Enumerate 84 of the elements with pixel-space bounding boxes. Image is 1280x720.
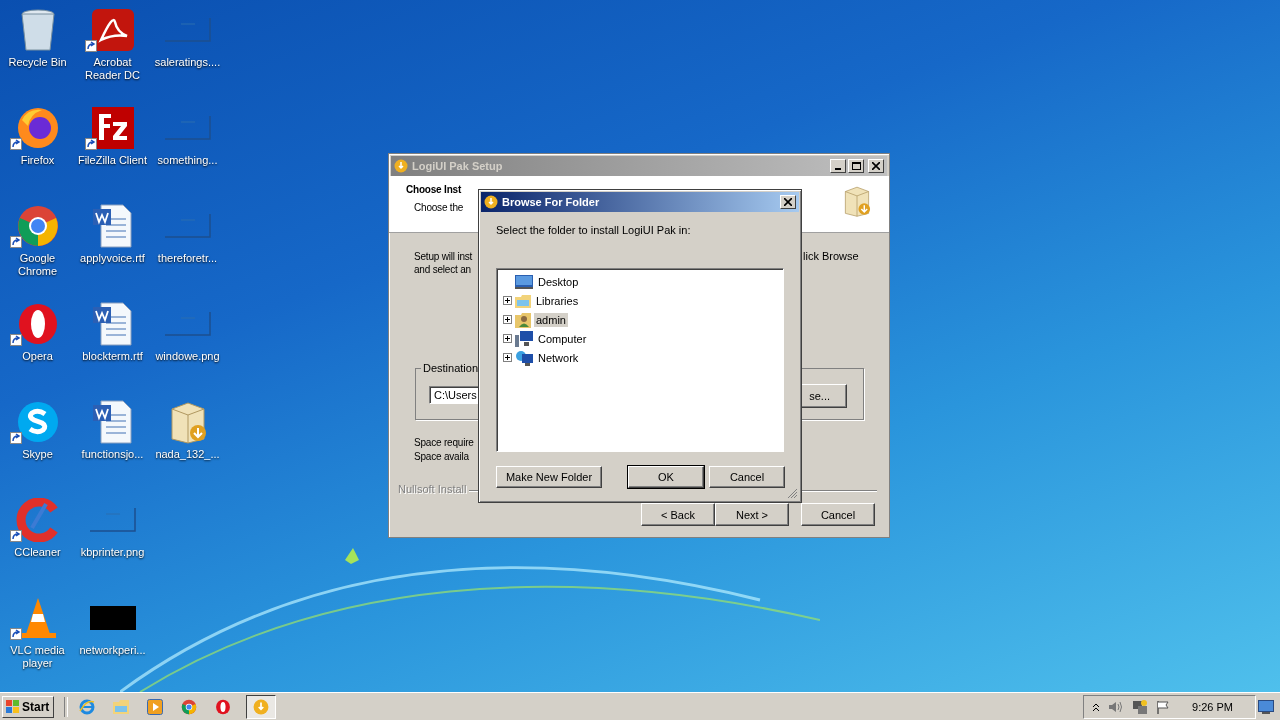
chrome-ball-icon[interactable] [181, 698, 198, 715]
word-document-icon[interactable] [90, 399, 135, 445]
space-text: Space require [414, 437, 474, 448]
media-player-icon[interactable] [147, 698, 164, 715]
blank-thumbnail[interactable] [164, 312, 211, 336]
opera-o-icon[interactable] [215, 698, 232, 715]
word-document-icon[interactable] [90, 301, 135, 347]
maximize-icon [851, 162, 861, 170]
installer-badge-icon [484, 195, 498, 209]
dialog-button[interactable]: Cancel [709, 466, 785, 488]
page-heading: Choose Inst [406, 184, 462, 195]
clock[interactable]: 9:26 PM [1192, 700, 1233, 713]
acrobat-icon[interactable] [90, 8, 135, 52]
blank-thumbnail[interactable] [89, 508, 136, 532]
folder-tree-item[interactable]: admin [534, 312, 568, 327]
speaker-icon[interactable] [1108, 699, 1125, 714]
expander-icon[interactable] [503, 353, 512, 362]
close-icon [784, 198, 792, 206]
folder-tree-item[interactable]: Computer [536, 331, 589, 346]
dialog-prompt: Select the folder to install LogiUI Pak in: [496, 224, 691, 236]
instruction-text: Setup will inst [414, 250, 473, 263]
network-icon [515, 349, 533, 366]
wizard-button[interactable]: Cancel [801, 503, 875, 526]
desktop-icon-label[interactable]: saleratings.... [150, 56, 225, 69]
desktop-icon-label[interactable]: nada_132_... [150, 448, 225, 461]
blank-thumbnail[interactable] [164, 18, 211, 42]
blank-thumbnail[interactable] [164, 214, 211, 238]
desktop-icon-label[interactable]: networkperi... [75, 644, 150, 657]
desktop-icon-label[interactable]: Google Chrome [0, 252, 75, 278]
desktop-icon-label[interactable]: something... [150, 154, 225, 167]
network-status-icon[interactable] [1132, 698, 1149, 715]
desktop-icon-label[interactable]: Acrobat Reader DC [75, 56, 150, 82]
resize-grip-icon[interactable] [787, 488, 798, 499]
desktop-icon-label[interactable]: kbprinter.png [75, 546, 150, 559]
space-text: Space availa [414, 451, 470, 462]
desktop-icon-label[interactable]: applyvoice.rtf [75, 252, 150, 265]
chrome-ball-icon[interactable] [15, 204, 60, 248]
image-thumbnail[interactable] [89, 606, 136, 630]
windows-logo-icon [6, 700, 20, 713]
expander-icon[interactable] [503, 296, 512, 305]
dialog-title: Browse For Folder [502, 196, 601, 208]
desktop-icon-label[interactable]: CCleaner [0, 546, 75, 559]
flag-icon[interactable] [1156, 699, 1171, 714]
desktop-icon-label[interactable]: thereforetr... [150, 252, 225, 265]
instruction-text: lick Browse [803, 250, 859, 262]
folder-tree-item[interactable]: Network [536, 350, 581, 365]
skype-icon[interactable] [15, 400, 60, 444]
folder-icon [515, 293, 531, 308]
fox-globe-icon[interactable] [15, 106, 60, 150]
start-button[interactable]: Start [2, 695, 55, 718]
word-document-icon[interactable] [90, 203, 135, 249]
desktop-icon-label[interactable]: functionsjo... [75, 448, 150, 461]
close-button[interactable] [780, 195, 796, 209]
monitor-icon [515, 274, 533, 289]
branding-text: Nullsoft Install [398, 483, 467, 495]
show-desktop-icon[interactable] [1258, 699, 1274, 714]
desktop-icon-label[interactable]: Skype [0, 448, 75, 461]
ccleaner-icon[interactable] [15, 498, 60, 542]
folder-tree-item[interactable]: Libraries [534, 293, 581, 308]
blank-thumbnail[interactable] [164, 116, 211, 140]
wizard-button[interactable]: < Back [641, 503, 715, 526]
desktop-icon-label[interactable]: FileZilla Client [75, 154, 150, 167]
expander-icon[interactable] [503, 334, 512, 343]
group-label: Destination [421, 362, 481, 374]
user-folder-icon [515, 311, 531, 328]
computer-icon [515, 330, 533, 347]
folder-tree-item[interactable]: Desktop [536, 274, 581, 289]
filezilla-icon[interactable] [90, 106, 135, 150]
desktop-icon-label[interactable]: VLC media player [0, 644, 75, 670]
expander-icon[interactable] [503, 315, 512, 324]
show-hidden-icon[interactable] [1092, 701, 1101, 712]
instruction-text: and select an [414, 263, 472, 276]
desktop-icon-label[interactable]: windowe.png [150, 350, 225, 363]
window-title: LogiUI Pak Setup [412, 160, 504, 172]
dialog-button[interactable]: Make New Folder [496, 466, 602, 488]
desktop-icon-label[interactable]: Recycle Bin [0, 56, 75, 69]
desktop-icon-label[interactable]: blockterm.rtf [75, 350, 150, 363]
close-icon [872, 162, 880, 170]
installer-badge-icon [394, 159, 408, 173]
page-subheading: Choose the [414, 202, 464, 213]
desktop-icon-label[interactable]: Firefox [0, 154, 75, 167]
desktop-icon-label[interactable]: Opera [0, 350, 75, 363]
dialog-button[interactable]: OK [628, 466, 704, 488]
wizard-button[interactable]: Next > [715, 503, 789, 526]
